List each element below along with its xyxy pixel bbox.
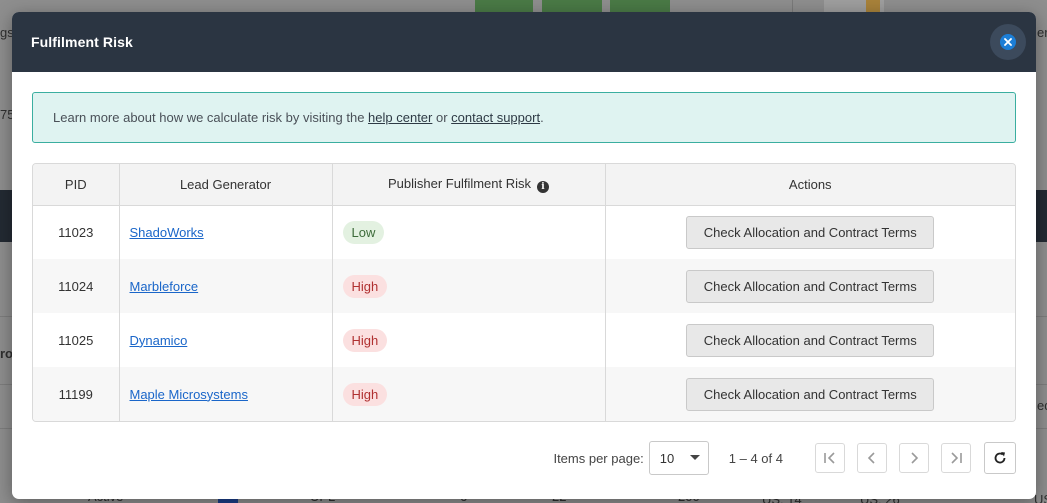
header-lead-generator: Lead Generator <box>119 164 333 206</box>
bg-divider <box>792 0 793 12</box>
lead-generator-link[interactable]: Marbleforce <box>130 279 199 294</box>
table-row: 11023 ShadoWorks Low Check Allocation an… <box>33 205 1015 259</box>
check-allocation-button[interactable]: Check Allocation and Contract Terms <box>686 215 935 249</box>
cell-pid: 11025 <box>33 313 120 367</box>
cell-pid: 11023 <box>33 205 120 259</box>
refresh-button[interactable] <box>984 442 1016 474</box>
first-page-icon <box>824 452 835 464</box>
risk-badge: High <box>342 328 388 352</box>
risk-badge: High <box>342 382 388 406</box>
info-icon[interactable]: i <box>537 180 550 193</box>
paginator: Items per page: 10 1 – 4 of 4 <box>32 441 1016 475</box>
lead-generator-link[interactable]: ShadoWorks <box>130 225 204 240</box>
table-row: 11199 Maple Microsystems High Check Allo… <box>33 367 1015 421</box>
header-pid: PID <box>33 164 120 206</box>
modal-header: Fulfilment Risk <box>12 12 1036 72</box>
bg-bar <box>542 0 602 12</box>
bg-text: US: 15 <box>1034 492 1047 503</box>
refresh-icon <box>994 452 1006 464</box>
bg-bar <box>610 0 670 12</box>
lead-generator-link[interactable]: Dynamico <box>130 333 188 348</box>
check-allocation-button[interactable]: Check Allocation and Contract Terms <box>686 377 935 411</box>
info-banner: Learn more about how we calculate risk b… <box>32 92 1016 143</box>
risk-badge: Low <box>342 220 385 244</box>
close-icon <box>1000 34 1016 50</box>
risk-table: PID Lead Generator Publisher Fulfilment … <box>32 163 1016 422</box>
info-text: or <box>432 110 452 125</box>
close-button[interactable] <box>990 24 1026 60</box>
check-allocation-button[interactable]: Check Allocation and Contract Terms <box>686 269 935 303</box>
page-range-label: 1 – 4 of 4 <box>728 450 783 466</box>
items-per-page-select[interactable]: 10 <box>648 441 709 475</box>
header-actions: Actions <box>605 164 1015 206</box>
header-risk-label: Publisher Fulfilment Risk <box>387 175 532 191</box>
items-per-page-value: 10 <box>659 450 675 466</box>
info-text: . <box>540 110 544 125</box>
first-page-button[interactable] <box>815 443 845 473</box>
caret-down-icon <box>689 455 700 460</box>
bg-bar <box>866 0 880 12</box>
previous-page-button[interactable] <box>857 443 887 473</box>
modal-title: Fulfilment Risk <box>31 34 133 50</box>
bg-text: eq <box>1037 398 1047 413</box>
table-row: 11025 Dynamico High Check Allocation and… <box>33 313 1015 367</box>
header-publisher-risk: Publisher Fulfilment Risk i <box>332 164 606 206</box>
lead-generator-link[interactable]: Maple Microsystems <box>130 387 248 402</box>
contact-support-link[interactable]: contact support <box>451 110 540 125</box>
last-page-button[interactable] <box>941 443 971 473</box>
bg-text: er <box>1037 25 1047 40</box>
last-page-icon <box>951 452 962 464</box>
chevron-right-icon <box>911 452 919 464</box>
chevron-left-icon <box>867 452 875 464</box>
table-header-row: PID Lead Generator Publisher Fulfilment … <box>33 164 1015 206</box>
check-allocation-button[interactable]: Check Allocation and Contract Terms <box>686 323 935 357</box>
table-row: 11024 Marbleforce High Check Allocation … <box>33 259 1015 313</box>
next-page-button[interactable] <box>899 443 929 473</box>
bg-bar <box>475 0 533 12</box>
help-center-link[interactable]: help center <box>368 110 432 125</box>
items-per-page-label: Items per page: <box>553 450 644 466</box>
info-text: Learn more about how we calculate risk b… <box>53 110 369 125</box>
risk-badge: High <box>342 274 388 298</box>
cell-pid: 11199 <box>33 367 120 421</box>
cell-pid: 11024 <box>33 259 120 313</box>
fulfilment-risk-modal: Fulfilment Risk Learn more about how we … <box>12 12 1036 499</box>
